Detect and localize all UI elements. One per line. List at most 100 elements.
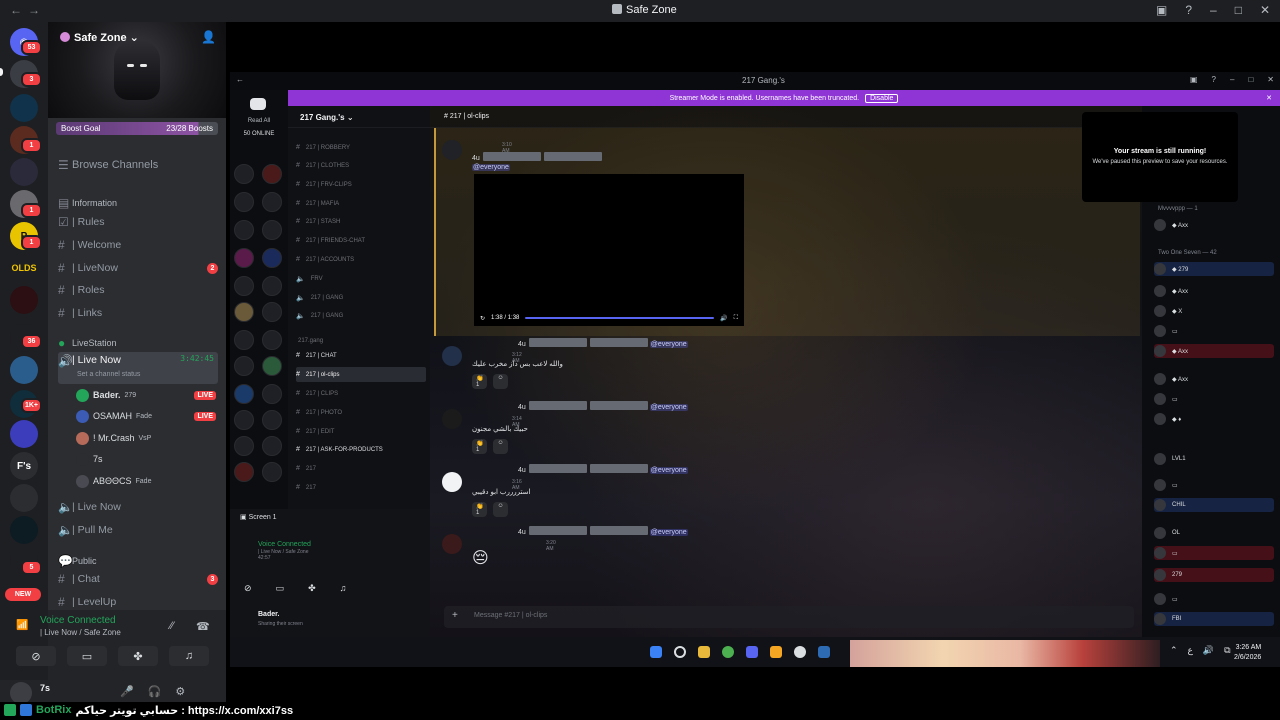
inner-channel: 🔈 217 | GANG — [296, 294, 344, 302]
avatar — [442, 346, 462, 366]
kick-icon — [4, 704, 16, 716]
channel-livenow[interactable]: # | LiveNow 2 — [58, 259, 218, 277]
avatar[interactable] — [10, 682, 32, 704]
channel-status[interactable]: Set a channel status — [77, 371, 140, 378]
taskbar-wallpaper-art — [850, 640, 1160, 667]
botrix-overlay: BotRix حسابي تويتر حياكم : https://x.com… — [4, 702, 293, 718]
server-icon-9[interactable] — [10, 356, 38, 384]
disconnect-icon[interactable]: ☎ — [196, 620, 210, 633]
server-icon — [234, 410, 254, 430]
user-name[interactable]: 7s — [40, 683, 50, 693]
inner-channel: #217 | CHAT — [296, 352, 337, 359]
channel-levelup[interactable]: # | LevelUp — [58, 593, 218, 611]
unread-badge: 3 — [207, 573, 218, 585]
server-icon-7[interactable] — [10, 286, 38, 314]
maximize-button[interactable]: □ — [1235, 3, 1242, 17]
server-icon-11[interactable] — [10, 484, 38, 512]
settings-icon[interactable]: ⚙ — [175, 685, 185, 698]
unread-badge: 2 — [207, 262, 218, 274]
screen-share-button[interactable]: ▭ — [67, 646, 107, 666]
twitter-icon — [20, 704, 32, 716]
voice-channel-live-now-2[interactable]: 🔈 | Live Now — [58, 498, 218, 516]
voice-channel-pull-me[interactable]: 🔈 | Pull Me — [58, 521, 218, 539]
server-icon — [262, 302, 282, 322]
member: ◆ Axx — [1154, 284, 1274, 298]
server-icon — [612, 4, 622, 14]
inner-window-title: 217 Gang.'s — [742, 76, 785, 85]
member: ◆ 279 — [1154, 262, 1274, 276]
category-information[interactable]: ▤ Information — [58, 194, 218, 212]
activities-button[interactable]: ✤ — [118, 646, 158, 666]
inner-channel: #217 | FRV-CLIPS — [296, 181, 352, 188]
microphone-icon[interactable]: 🎤 — [120, 685, 134, 698]
chat-bubble-icon: 💬 — [58, 554, 73, 568]
user-panel — [0, 680, 226, 702]
camera-off-button[interactable]: ⊘ — [16, 646, 56, 666]
browse-channels[interactable]: ☰ Browse Channels — [58, 156, 218, 174]
server-icon-4[interactable] — [10, 158, 38, 186]
server-pill — [0, 68, 3, 76]
volume-icon: 🔊 — [720, 315, 728, 322]
minimize-button[interactable]: – — [1210, 3, 1217, 17]
nav-arrows[interactable]: ←→ — [10, 3, 46, 17]
member: ▭ — [1154, 478, 1274, 492]
voice-status[interactable]: Voice Connected — [40, 615, 116, 626]
live-badge: LIVE — [194, 411, 216, 421]
live-badge: LIVE — [194, 390, 216, 400]
server-badge: 1 — [21, 203, 42, 218]
member: ▭ — [1154, 324, 1274, 338]
read-all-label: Read All — [247, 118, 271, 124]
inner-channel: 🔈 217 | GANG — [296, 312, 344, 320]
avatar — [76, 431, 89, 445]
member: ◆ Axx — [1154, 344, 1274, 358]
boost-goal-bar[interactable]: Boost Goal 23/28 Boosts — [56, 122, 218, 135]
member: ◆ Axx — [1154, 372, 1274, 386]
inner-voice-buttons: ⊘ ▭ ✤ ♫ — [244, 583, 347, 593]
voice-channel-live-now[interactable]: 🔊 | Live Now 3:42:45 — [58, 352, 218, 384]
server-icon — [262, 220, 282, 240]
server-icon — [262, 164, 282, 184]
help-icon[interactable]: ? — [1185, 3, 1192, 17]
channel-rules[interactable]: ☑ | Rules — [58, 213, 218, 231]
video-controls: ↻ 1:38 / 1:38 🔊 ⛶ — [474, 310, 744, 326]
bot-message: حسابي تويتر حياكم : https://x.com/xxi7ss — [75, 704, 294, 717]
stream-paused-box: Your stream is still running! We've paus… — [1082, 112, 1238, 202]
inner-user-status: Sharing their screen — [258, 621, 303, 627]
inner-channel: 🔈 FRV — [296, 275, 323, 283]
channel-welcome[interactable]: # | Welcome — [58, 236, 218, 254]
folder-icon[interactable] — [10, 420, 38, 448]
voice-user[interactable]: OSAMAH Fade LIVE — [76, 407, 216, 425]
channel-roles[interactable]: # | Roles — [58, 281, 218, 299]
member: LVL1 — [1154, 452, 1274, 466]
soundboard-button[interactable]: ♫ — [169, 646, 209, 666]
server-name[interactable]: Safe Zone ⌄ — [60, 31, 139, 44]
system-tray: ⌃ ع 🔊 ⧉ — [1170, 645, 1231, 655]
banner-art — [114, 40, 160, 100]
signal-icon[interactable]: 📶 — [16, 620, 30, 634]
avatar — [76, 452, 89, 466]
inner-window-controls: ▣? – □ ✕ — [1189, 75, 1274, 84]
inbox-icon[interactable]: ▣ — [1156, 3, 1167, 17]
bot-name: BotRix — [36, 704, 72, 716]
server-olds[interactable]: OLDS — [10, 254, 38, 282]
server-icon — [262, 384, 282, 404]
voice-user[interactable]: Bader. 279 LIVE — [76, 386, 216, 404]
noise-icon[interactable]: ⁄⁄ — [170, 620, 174, 632]
server-icon-2[interactable] — [10, 94, 38, 122]
close-button[interactable]: ✕ — [1260, 3, 1270, 17]
server-icon-12[interactable] — [10, 516, 38, 544]
inner-voice-panel: ▣ Screen 1 Voice Connected | Live Now / … — [230, 509, 430, 637]
headphones-icon[interactable]: 🎧 — [148, 685, 162, 698]
invite-icon[interactable]: 👤 — [201, 30, 216, 44]
speaker-icon: 🔈 — [58, 500, 73, 514]
category-livestation[interactable]: ● LiveStation — [58, 334, 218, 352]
channel-chat[interactable]: # | Chat 3 — [58, 570, 218, 588]
video-time: 1:38 / 1:38 — [491, 315, 520, 321]
voice-user[interactable]: 7s — [76, 450, 216, 468]
channel-links[interactable]: # | Links — [58, 304, 218, 322]
voice-user[interactable]: ! Mr.Crash VsP — [76, 429, 216, 447]
category-public[interactable]: 💬 Public — [58, 552, 218, 570]
voice-user[interactable]: ΑΒΘΘϹS Fade — [76, 472, 216, 490]
server-fs[interactable]: F's — [10, 452, 38, 480]
online-count: 50 ONLINE — [243, 131, 275, 137]
